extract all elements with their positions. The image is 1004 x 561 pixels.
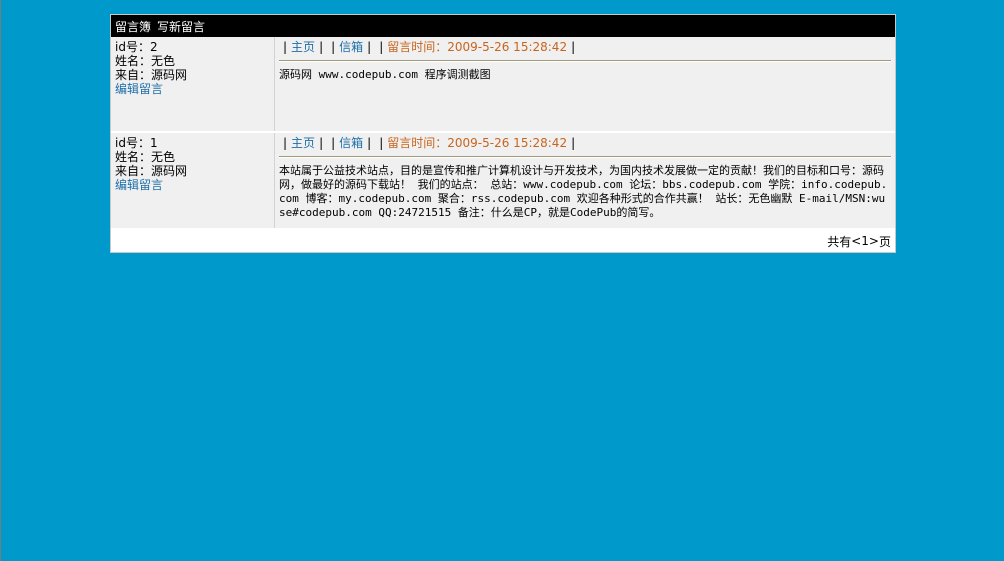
pagination-prefix: 共有	[827, 234, 852, 249]
pagination: 共有 <1 > 页	[111, 230, 895, 252]
author-info: id号：1 姓名：无色 来自：源码网 编辑留言	[111, 133, 275, 228]
homepage-link[interactable]: 主页	[291, 40, 315, 54]
author-from: 来自：源码网	[115, 68, 188, 82]
edit-message-link[interactable]: 编辑留言	[115, 178, 274, 192]
guestbook-board: 留言簿 写新留言 id号：2 姓名：无色 来自：源码网 编辑留言 | 主页 | | 信箱…	[110, 14, 896, 253]
author-info: id号：2 姓名：无色 来自：源码网 编辑留言	[111, 37, 275, 131]
message-nav: | 主页 | | 信箱 | | 留言时间：2009-5-26 15:28:42 |	[283, 40, 576, 54]
email-link[interactable]: 信箱	[339, 40, 363, 54]
next-page-link[interactable]: >	[869, 234, 879, 248]
homepage-link[interactable]: 主页	[291, 136, 315, 150]
author-from: 来自：源码网	[115, 164, 188, 178]
message-time: 留言时间：2009-5-26 15:28:42	[387, 136, 568, 150]
message-body: | 主页 | | 信箱 | | 留言时间：2009-5-26 15:28:42 | 源码网 ww…	[275, 37, 895, 131]
author-name: 姓名：无色	[115, 150, 176, 164]
pagination-suffix: 页	[878, 234, 891, 249]
divider	[279, 156, 891, 158]
new-post-link[interactable]: 写新留言	[157, 18, 205, 35]
message-time: 留言时间：2009-5-26 15:28:42	[387, 40, 568, 54]
message-id: id号：1	[115, 136, 158, 150]
email-link[interactable]: 信箱	[339, 136, 363, 150]
page-number[interactable]: 1	[861, 234, 869, 248]
message-entry: id号：2 姓名：无色 来自：源码网 编辑留言 | 主页 | | 信箱 | | 留言时间：20…	[111, 37, 895, 133]
message-content: 本站属于公益技术站点，目的是宣传和推广计算机设计与开发技术，为国内技术发展做一定…	[279, 164, 888, 219]
author-name: 姓名：无色	[115, 54, 176, 68]
board-header: 留言簿 写新留言	[111, 15, 895, 37]
board-title[interactable]: 留言簿	[115, 18, 151, 35]
message-entry: id号：1 姓名：无色 来自：源码网 编辑留言 | 主页 | | 信箱 | | 留言时间：20…	[111, 133, 895, 230]
message-id: id号：2	[115, 40, 158, 54]
message-nav: | 主页 | | 信箱 | | 留言时间：2009-5-26 15:28:42 |	[283, 136, 576, 150]
prev-page-link[interactable]: <	[851, 234, 861, 248]
message-content: 源码网 www.codepub.com 程序调测截图	[279, 68, 491, 81]
message-body: | 主页 | | 信箱 | | 留言时间：2009-5-26 15:28:42 | 本站属于公益…	[275, 133, 895, 228]
divider	[279, 60, 891, 62]
edit-message-link[interactable]: 编辑留言	[115, 82, 274, 96]
